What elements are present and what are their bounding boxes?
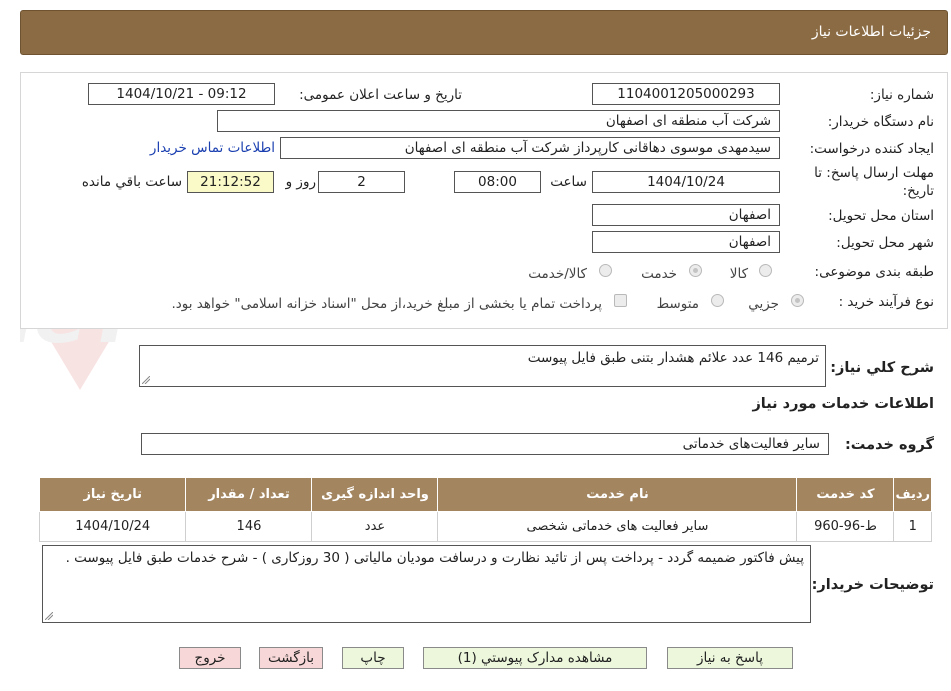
buyer-contact-link[interactable]: اطلاعات تماس خریدار — [150, 140, 275, 156]
cell-service-name: سایر فعالیت های خدماتی شخصی — [437, 511, 798, 542]
col-service-name: نام خدمت — [437, 477, 798, 512]
cell-quantity: 146 — [185, 511, 313, 542]
deadline-label-line2: تاریخ: — [902, 183, 934, 199]
category-goods-label: کالا — [729, 266, 748, 282]
process-small-radio[interactable] — [791, 294, 804, 307]
need-number-field: 1104001205000293 — [592, 83, 780, 105]
services-section-title: اطلاعات خدمات مورد نياز — [752, 396, 934, 412]
category-service-label: خدمت — [641, 266, 677, 282]
city-label: شهر محل تحویل: — [836, 235, 934, 251]
cell-row-number: 1 — [893, 511, 932, 542]
announce-label: تاریخ و ساعت اعلان عمومی: — [299, 87, 462, 103]
category-both-radio[interactable] — [599, 264, 612, 277]
creator-field: سیدمهدی موسوی دهاقانی کارپرداز شرکت آب م… — [280, 137, 780, 159]
col-unit: واحد اندازه گیری — [311, 477, 439, 512]
table-row: 1 ط-96-960 سایر فعالیت های خدماتی شخصی ع… — [38, 511, 932, 542]
cell-unit: عدد — [311, 511, 439, 542]
treasury-checkbox[interactable] — [614, 294, 627, 307]
category-service-radio[interactable] — [689, 264, 702, 277]
resize-grip-icon[interactable] — [142, 376, 150, 384]
summary-text: ترمیم 146 عدد علائم هشدار بتنی طبق فایل … — [527, 350, 819, 366]
deadline-label-line1: مهلت ارسال پاسخ: تا — [814, 165, 934, 181]
remaining-days-field: 2 — [318, 171, 405, 193]
col-service-code: کد خدمت — [796, 477, 895, 512]
creator-label: ایجاد کننده درخواست: — [809, 141, 934, 157]
category-goods-radio[interactable] — [759, 264, 772, 277]
col-need-date: تاريخ نياز — [38, 477, 187, 512]
page-title: جزئیات اطلاعات نیاز — [811, 24, 931, 40]
reply-button[interactable]: پاسخ به نياز — [667, 647, 793, 669]
deadline-time-label: ساعت — [550, 174, 587, 190]
back-button[interactable]: بازگشت — [259, 647, 323, 669]
buyer-notes-label: توضيحات خريدار: — [811, 577, 934, 593]
category-both-label: کالا/خدمت — [528, 266, 587, 282]
province-field: اصفهان — [592, 204, 780, 226]
city-field: اصفهان — [592, 231, 780, 253]
summary-textarea[interactable]: ترمیم 146 عدد علائم هشدار بتنی طبق فایل … — [139, 345, 826, 387]
service-group-label: گروه خدمت: — [844, 437, 934, 453]
summary-label: شرح کلي نياز: — [830, 360, 934, 376]
days-label: روز و — [285, 174, 316, 190]
service-group-field: سایر فعالیت‌های خدماتی — [141, 433, 829, 455]
need-number-label: شماره نیاز: — [869, 87, 934, 103]
col-row-number: رديف — [893, 477, 932, 512]
remaining-time-label: ساعت باقي مانده — [81, 174, 182, 190]
print-button[interactable]: چاپ — [342, 647, 404, 669]
process-medium-radio[interactable] — [711, 294, 724, 307]
remaining-time-field: 21:12:52 — [187, 171, 274, 193]
category-label: طبقه بندی موضوعی: — [814, 264, 934, 280]
page-header: جزئیات اطلاعات نیاز — [20, 10, 948, 55]
deadline-date-field: 1404/10/24 — [592, 171, 780, 193]
col-quantity: تعداد / مقدار — [185, 477, 313, 512]
buyer-notes-textarea[interactable]: پیش فاکتور ضمیمه گردد - پرداخت پس از تائ… — [42, 545, 811, 623]
process-small-label: جزیي — [748, 296, 779, 312]
exit-button[interactable]: خروج — [179, 647, 241, 669]
resize-grip-icon[interactable] — [45, 612, 53, 620]
view-attachments-button[interactable]: مشاهده مدارک پيوستي (1) — [423, 647, 647, 669]
cell-service-code: ط-96-960 — [796, 511, 895, 542]
province-label: استان محل تحویل: — [828, 208, 934, 224]
buyer-notes-text: پیش فاکتور ضمیمه گردد - پرداخت پس از تائ… — [65, 550, 804, 566]
buyer-org-label: نام دستگاه خریدار: — [827, 114, 934, 130]
buyer-org-field: شرکت آب منطقه ای اصفهان — [217, 110, 780, 132]
process-medium-label: متوسط — [656, 296, 699, 312]
treasury-note: پرداخت تمام یا بخشی از مبلغ خرید،از محل … — [171, 296, 602, 312]
deadline-time-field: 08:00 — [454, 171, 541, 193]
services-table: رديف کد خدمت نام خدمت واحد اندازه گیری ت… — [38, 477, 932, 542]
process-label: نوع فرآیند خرید : — [838, 294, 934, 310]
cell-need-date: 1404/10/24 — [38, 511, 187, 542]
announce-field: 1404/10/21 - 09:12 — [88, 83, 275, 105]
table-header-row: رديف کد خدمت نام خدمت واحد اندازه گیری ت… — [38, 477, 932, 512]
